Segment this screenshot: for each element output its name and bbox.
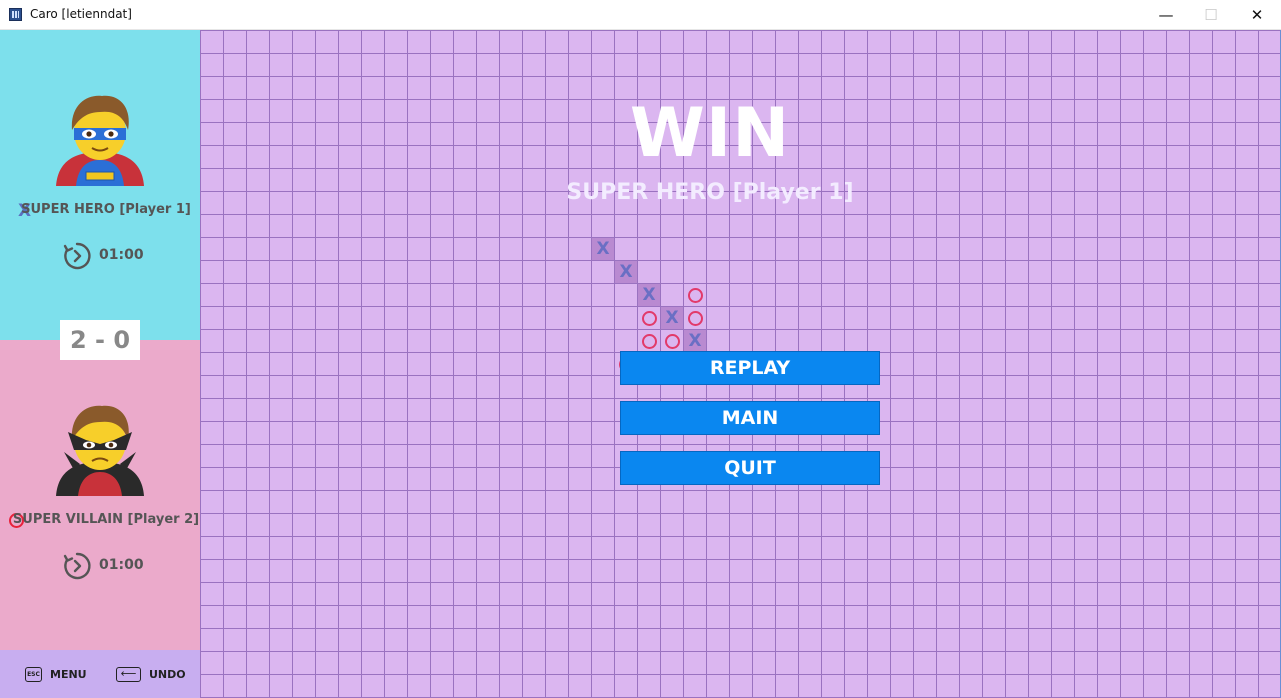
quit-button[interactable]: QUIT: [620, 451, 880, 485]
win-title: WIN: [629, 94, 791, 173]
player2-timer: 01:00: [62, 551, 182, 583]
sidebar: X SUPER HERO [Player 1] 01:00 2 - 0 SUPE…: [0, 30, 200, 698]
o-mark-icon: [687, 287, 703, 303]
player2-time: 01:00: [99, 557, 144, 573]
player2-name: SUPER VILLAIN [Player 2]: [12, 512, 200, 527]
minimize-button[interactable]: —: [1143, 0, 1189, 30]
x-mark-icon: X: [596, 238, 610, 259]
x-mark-icon: X: [665, 307, 679, 328]
board-cell-x: X: [615, 261, 637, 283]
timer-icon: [63, 242, 91, 270]
timer-icon: [63, 552, 91, 580]
undo-label: UNDO: [149, 667, 186, 681]
maximize-button[interactable]: ☐: [1188, 0, 1234, 30]
score-display: 2 - 0: [60, 320, 140, 360]
player1-timer: 01:00: [62, 241, 182, 273]
board-cell-o: [684, 307, 706, 329]
x-mark-icon: X: [642, 284, 656, 305]
supervillain-icon: [50, 400, 150, 496]
superhero-icon: [50, 90, 150, 186]
menu-button[interactable]: ESC MENU: [25, 664, 87, 684]
player1-name: SUPER HERO [Player 1]: [21, 202, 191, 217]
window-titlebar: Caro [letienndat] — ☐ ✕: [0, 0, 1281, 30]
board-cell-x: X: [592, 238, 614, 260]
replay-button[interactable]: REPLAY: [620, 351, 880, 385]
o-mark-icon: [641, 310, 657, 326]
board-cell-x: X: [661, 307, 683, 329]
board-cell-x: X: [684, 330, 706, 352]
winner-name: SUPER HERO [Player 1]: [566, 180, 854, 205]
o-mark-icon: [687, 310, 703, 326]
o-mark-icon: [641, 333, 657, 349]
window-title: Caro [letienndat]: [30, 7, 132, 21]
o-mark-icon: [664, 333, 680, 349]
board-cell-o: [638, 307, 660, 329]
main-button[interactable]: MAIN: [620, 401, 880, 435]
esc-key-icon: ESC: [25, 666, 42, 682]
close-button[interactable]: ✕: [1234, 0, 1280, 30]
board-cell-x: X: [638, 284, 660, 306]
x-mark-icon: X: [619, 261, 633, 282]
player1-time: 01:00: [99, 247, 144, 263]
board-cell-o: [638, 330, 660, 352]
app-icon: [9, 8, 22, 21]
backspace-key-icon: ⟵: [116, 666, 141, 682]
menu-label: MENU: [50, 667, 87, 681]
board-cell-o: [661, 330, 683, 352]
board-cell-o: [684, 284, 706, 306]
undo-button[interactable]: ⟵ UNDO: [116, 664, 186, 684]
x-mark-icon: X: [688, 330, 702, 351]
